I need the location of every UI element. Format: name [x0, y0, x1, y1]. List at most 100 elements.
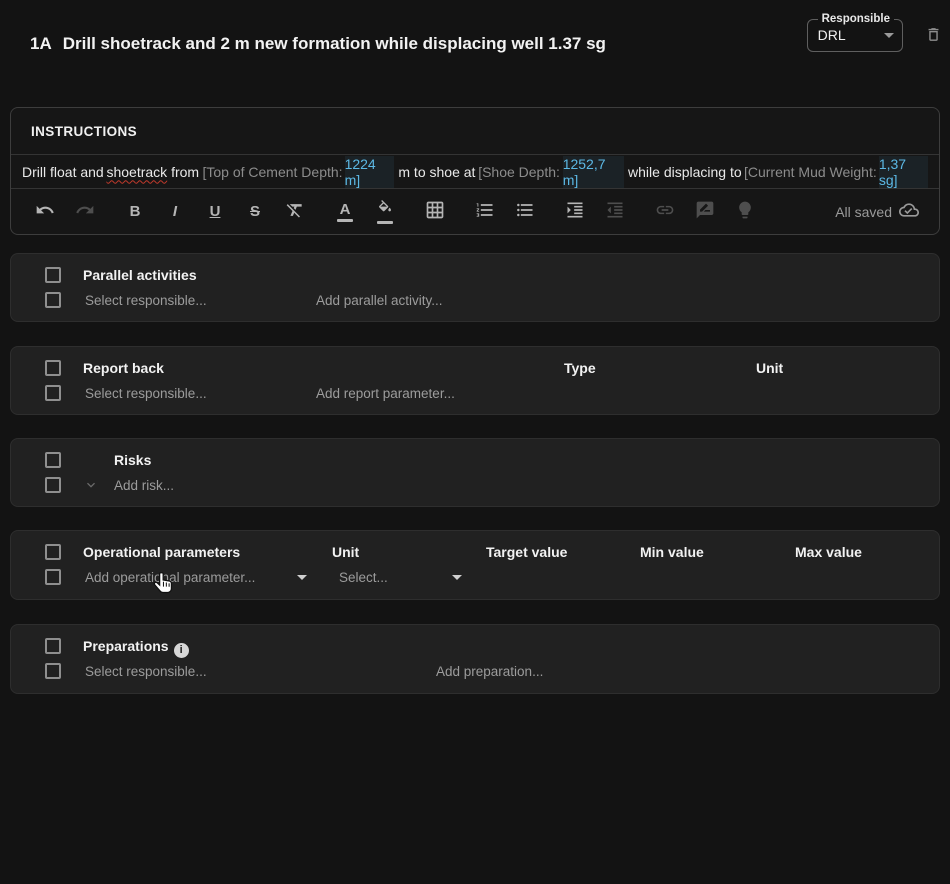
risks-card: Risks Add risk... — [10, 438, 940, 507]
trash-icon — [925, 31, 942, 46]
report-back-header-checkbox[interactable] — [45, 360, 61, 376]
annotate-icon — [695, 200, 715, 223]
operational-parameter-row-checkbox[interactable] — [45, 569, 61, 585]
underline-icon: U — [210, 204, 221, 219]
bullet-list-button[interactable] — [512, 199, 538, 225]
add-parallel-activity-input[interactable]: Add parallel activity... — [316, 292, 443, 309]
numbered-list-button[interactable] — [472, 199, 498, 225]
operational-parameters-card: Operational parameters Unit Target value… — [10, 530, 940, 600]
token-value: 1,37 sg] — [879, 156, 928, 188]
insert-table-button[interactable] — [422, 199, 448, 225]
chevron-down-icon — [83, 480, 99, 497]
text-color-bar — [337, 219, 353, 222]
save-status: All saved — [835, 200, 919, 223]
op-col-target: Target value — [486, 544, 567, 561]
instructions-editor[interactable]: Drill float and shoetrack from [Top of C… — [11, 155, 939, 189]
underline-button[interactable]: U — [202, 199, 228, 225]
preparations-card: Preparationsi Select responsible... Add … — [10, 624, 940, 694]
add-risk-input[interactable]: Add risk... — [114, 477, 174, 494]
responsible-value: DRL — [818, 27, 846, 43]
chevron-down-icon — [884, 33, 894, 38]
preparations-responsible-select[interactable]: Select responsible... — [85, 663, 207, 680]
fill-color-bar — [377, 221, 393, 224]
text-color-button[interactable]: A — [332, 199, 358, 225]
table-icon — [425, 200, 445, 223]
text-color-icon: A — [340, 202, 351, 217]
op-unit-select[interactable]: Select... — [339, 569, 388, 586]
unit-dropdown-caret-icon[interactable] — [452, 575, 462, 580]
add-report-parameter-input[interactable]: Add report parameter... — [316, 385, 455, 402]
op-col-min: Min value — [640, 544, 704, 561]
preparations-header-checkbox[interactable] — [45, 638, 61, 654]
italic-button[interactable]: I — [162, 199, 188, 225]
strikethrough-icon: S — [250, 204, 260, 219]
parallel-activity-row-checkbox[interactable] — [45, 292, 61, 308]
instruction-text: from — [167, 164, 202, 180]
responsible-label: Responsible — [818, 13, 894, 25]
op-col-max: Max value — [795, 544, 862, 561]
insert-link-button[interactable] — [652, 199, 678, 225]
responsible-select[interactable]: Responsible DRL — [807, 13, 903, 52]
parallel-activities-title: Parallel activities — [83, 267, 197, 284]
undo-button[interactable] — [32, 199, 58, 225]
page-title: 1A Drill shoetrack and 2 m new formation … — [30, 34, 606, 54]
add-operational-parameter-select[interactable]: Add operational parameter... — [85, 569, 255, 586]
risks-title: Risks — [114, 452, 151, 469]
numbered-list-icon — [475, 200, 495, 223]
link-icon — [655, 200, 675, 223]
bold-icon: B — [130, 204, 141, 219]
bullet-list-icon — [515, 200, 535, 223]
indent-increase-button[interactable] — [562, 199, 588, 225]
info-icon[interactable]: i — [174, 643, 189, 658]
token-value: 1252,7 m] — [563, 156, 624, 188]
operational-parameters-title: Operational parameters — [83, 544, 240, 561]
rich-text-toolbar: B I U S A All saved — [11, 189, 939, 234]
instructions-header: INSTRUCTIONS — [11, 108, 939, 155]
report-back-title: Report back — [83, 360, 164, 377]
instruction-text: while displacing to — [624, 164, 744, 180]
parallel-activities-header-checkbox[interactable] — [45, 267, 61, 283]
instruction-text-misspelled: shoetrack — [106, 164, 167, 180]
fill-color-button[interactable] — [372, 199, 398, 225]
indent-decrease-icon — [605, 200, 625, 223]
save-status-label: All saved — [835, 204, 892, 220]
bold-button[interactable]: B — [122, 199, 148, 225]
report-back-col-type: Type — [564, 360, 596, 377]
delete-activity-button[interactable] — [925, 26, 942, 46]
instruction-text: m to shoe at — [394, 164, 478, 180]
lightbulb-icon — [735, 200, 755, 223]
parameter-dropdown-caret-icon[interactable] — [297, 575, 307, 580]
add-preparation-input[interactable]: Add preparation... — [436, 663, 543, 680]
indent-decrease-button[interactable] — [602, 199, 628, 225]
report-back-card: Report back Type Unit Select responsible… — [10, 346, 940, 415]
parallel-activities-card: Parallel activities Select responsible..… — [10, 253, 940, 322]
clear-formatting-icon — [285, 200, 305, 223]
undo-icon — [35, 200, 55, 223]
preparation-row-checkbox[interactable] — [45, 663, 61, 679]
report-responsible-select[interactable]: Select responsible... — [85, 385, 207, 402]
cloud-done-icon — [899, 200, 919, 223]
preparations-title: Preparationsi — [83, 638, 189, 658]
instructions-card: INSTRUCTIONS Drill float and shoetrack f… — [10, 107, 940, 235]
risks-header-checkbox[interactable] — [45, 452, 61, 468]
parallel-responsible-select[interactable]: Select responsible... — [85, 292, 207, 309]
activity-title: Drill shoetrack and 2 m new formation wh… — [63, 34, 606, 53]
annotate-button[interactable] — [692, 199, 718, 225]
risk-row-checkbox[interactable] — [45, 477, 61, 493]
responsible-value-row[interactable]: DRL — [818, 27, 894, 43]
op-col-unit: Unit — [332, 544, 359, 561]
redo-button[interactable] — [72, 199, 98, 225]
clear-formatting-button[interactable] — [282, 199, 308, 225]
risk-expand-chevron[interactable] — [83, 477, 99, 498]
report-back-row-checkbox[interactable] — [45, 385, 61, 401]
strikethrough-button[interactable]: S — [242, 199, 268, 225]
redo-icon — [75, 200, 95, 223]
suggestion-button[interactable] — [732, 199, 758, 225]
instructions-heading: INSTRUCTIONS — [31, 124, 137, 139]
token-label: [Current Mud Weight: — [744, 164, 879, 180]
italic-icon: I — [173, 204, 177, 219]
activity-code: 1A — [30, 34, 52, 53]
report-back-col-unit: Unit — [756, 360, 783, 377]
token-label: [Top of Cement Depth: — [202, 164, 344, 180]
operational-parameters-header-checkbox[interactable] — [45, 544, 61, 560]
